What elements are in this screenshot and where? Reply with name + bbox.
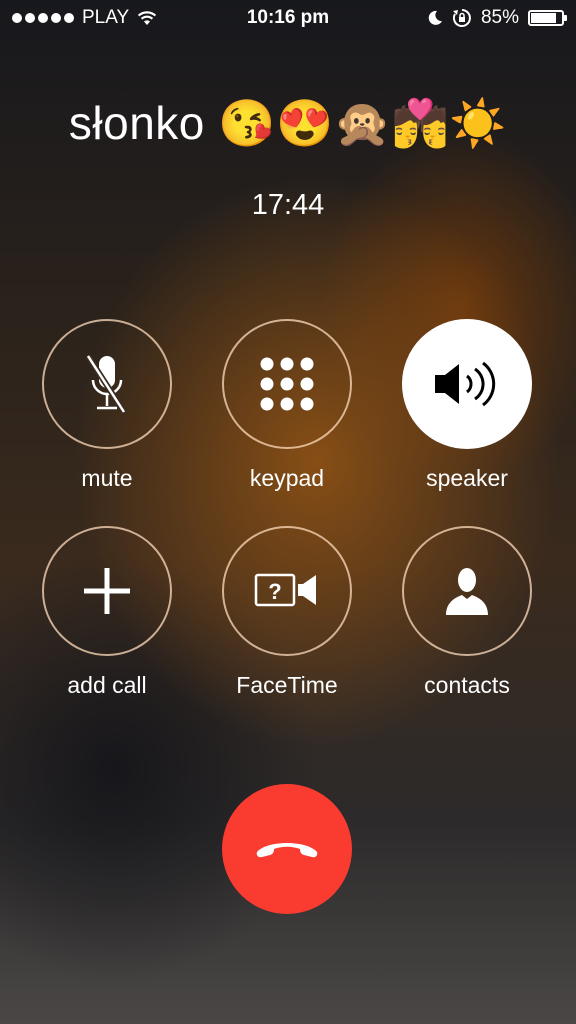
contacts-circle[interactable] [402,526,532,656]
plus-icon [84,568,130,614]
keypad-circle[interactable] [222,319,352,449]
svg-text:?: ? [268,579,281,604]
rotation-lock-icon [452,9,471,27]
contact-silhouette-icon [446,568,488,615]
mute-button[interactable]: mute [40,319,174,492]
moon-icon [428,10,442,25]
contacts-label: contacts [424,672,510,698]
microphone-muted-icon [85,354,127,414]
keypad-button[interactable]: keypad [220,319,354,492]
add-call-circle[interactable] [42,526,172,656]
end-call-button[interactable] [222,784,352,914]
keypad-label: keypad [249,465,325,491]
status-right: 85% [427,7,567,29]
battery-percent: 85% [480,7,519,28]
speaker-icon [435,361,496,407]
caller-name: słonko 😘😍🙊💏☀️ [68,97,508,149]
keypad-icon [260,357,314,411]
battery-icon [528,10,567,26]
facetime-label: FaceTime [236,672,338,698]
speaker-button[interactable]: speaker [400,319,534,492]
add-call-button[interactable]: add call [40,526,174,699]
facetime-button[interactable]: ? FaceTime [220,526,354,699]
facetime-circle[interactable]: ? [222,526,352,656]
status-bar: PLAY 10:16 pm 85% [0,0,576,38]
facetime-icon: ? [254,573,316,607]
speaker-label: speaker [426,465,508,491]
mute-circle[interactable] [42,319,172,449]
call-duration: 17:44 [251,189,325,221]
end-call-icon [256,843,318,858]
contacts-button[interactable]: contacts [400,526,534,699]
speaker-circle[interactable] [402,319,532,449]
mute-label: mute [81,465,133,491]
add-call-label: add call [67,672,147,698]
